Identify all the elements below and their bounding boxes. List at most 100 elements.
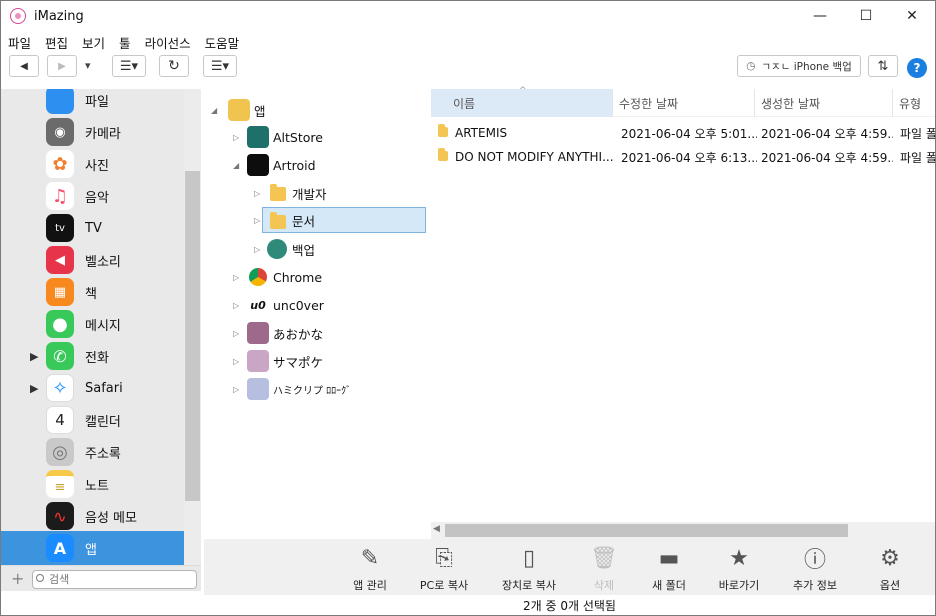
app-icon — [247, 350, 269, 372]
sidebar-item-music[interactable]: ♫ 음악 — [1, 180, 184, 212]
menu-tools[interactable]: 툴 — [119, 33, 131, 52]
sidebar-item-label: 책 — [85, 286, 97, 302]
history-dropdown-icon[interactable]: ▾ — [85, 59, 91, 72]
menu-edit[interactable]: 편집 — [45, 33, 68, 52]
column-header-modified[interactable]: 수정한 날짜 — [613, 89, 755, 117]
search-icon — [36, 574, 44, 582]
help-button[interactable]: ? — [907, 58, 927, 78]
expand-arrow-icon[interactable]: ▷ — [233, 329, 239, 338]
expand-arrow-icon[interactable]: ▶ — [30, 382, 38, 395]
app-store-icon: ✎ — [360, 545, 380, 571]
expand-arrow-icon[interactable]: ▷ — [233, 357, 239, 366]
waveform-icon: ∿ — [46, 502, 74, 530]
sidebar-item-apps[interactable]: A 앱 — [1, 531, 184, 565]
close-button[interactable]: ✕ — [889, 1, 935, 31]
tree-node-label: unc0ver — [273, 297, 324, 313]
tree-node-summer-pockets[interactable]: ▷ サマポケ — [204, 348, 404, 374]
sidebar-item-safari[interactable]: ▶ ✧ Safari — [1, 372, 184, 404]
sidebar-item-notes[interactable]: ≡ 노트 — [1, 468, 184, 500]
forward-button[interactable]: ▶ — [47, 55, 77, 77]
expand-arrow-icon[interactable]: ▷ — [233, 385, 239, 394]
arrange-icon: ☰▾ — [210, 58, 230, 74]
shortcut-button[interactable]: ★ 바로가기 — [699, 539, 779, 595]
tree-node-chrome[interactable]: ▷ Chrome — [204, 264, 404, 290]
horizontal-scrollbar[interactable]: ◀ — [431, 522, 935, 539]
tree-node-label: 앱 — [254, 103, 266, 119]
tree-node-altstore[interactable]: ▷ AltStore — [204, 124, 404, 150]
horizontal-scrollbar-thumb[interactable] — [445, 524, 848, 537]
expand-arrow-icon[interactable]: ▷ — [254, 216, 260, 225]
menu-file[interactable]: 파일 — [8, 33, 31, 52]
transfer-button[interactable]: ⇅ — [868, 55, 898, 77]
sidebar-item-tv[interactable]: tv TV — [1, 212, 184, 244]
expand-arrow-icon[interactable]: ▷ — [233, 301, 239, 310]
view-mode-button[interactable]: ☰▾ — [112, 55, 146, 77]
sidebar-item-messages[interactable]: ● 메시지 — [1, 308, 184, 340]
expand-arrow-icon[interactable]: ▷ — [254, 245, 260, 254]
more-info-button[interactable]: ⓘ 추가 정보 — [775, 539, 855, 595]
tree-node-label: あおかな — [273, 326, 324, 342]
sidebar-scrollbar-thumb[interactable] — [185, 171, 200, 501]
tree-node-hamidashi[interactable]: ▷ ハミクリプ ﾛﾛｰｸﾞ — [204, 376, 404, 402]
sidebar-item-books[interactable]: ▦ 책 — [1, 276, 184, 308]
star-icon: ★ — [729, 545, 749, 571]
tree-node-label: 문서 — [292, 213, 316, 229]
app-window: iMazing — ☐ ✕ 파일 편집 보기 툴 라이선스 도움말 ◀ ▶ ▾ … — [0, 0, 936, 616]
sidebar-item-voice-memos[interactable]: ∿ 음성 메모 — [1, 500, 184, 532]
collapse-arrow-icon[interactable]: ◢ — [211, 106, 217, 115]
options-button[interactable]: ⚙ 옵션 — [850, 539, 930, 595]
tree-node-artroid[interactable]: ◢ Artroid — [204, 152, 404, 178]
collapse-arrow-icon[interactable]: ◢ — [233, 161, 239, 170]
backup-icon — [267, 239, 287, 259]
maximize-button[interactable]: ☐ — [843, 1, 889, 31]
copy-to-device-button[interactable]: ▯ 장치로 복사 — [489, 539, 569, 595]
action-label: PC로 복사 — [419, 579, 469, 592]
tree-node-label: ハミクリプ ﾛﾛｰｸﾞ — [273, 385, 352, 397]
arrange-button[interactable]: ☰▾ — [203, 55, 237, 77]
column-header-created[interactable]: 생성한 날짜 — [755, 89, 893, 117]
table-row[interactable]: DO NOT MODIFY ANYTHI... 2021-06-04 오후 6:… — [431, 145, 935, 169]
action-label: 새 폴더 — [652, 579, 686, 592]
scroll-left-icon[interactable]: ◀ — [433, 524, 440, 534]
folder-icon — [438, 148, 448, 161]
tree-node-developer[interactable]: ▷ 개발자 — [204, 180, 404, 206]
tree-node-documents[interactable]: ▷ 문서 — [254, 207, 426, 233]
tree-node-backup[interactable]: ▷ 백업 — [204, 236, 404, 262]
expand-arrow-icon[interactable]: ▶ — [30, 350, 38, 363]
tree-node-label: 백업 — [292, 242, 316, 258]
camera-icon: ◉ — [46, 118, 74, 146]
menu-view[interactable]: 보기 — [82, 33, 105, 52]
expand-arrow-icon[interactable]: ▷ — [254, 189, 260, 198]
sidebar-item-contacts[interactable]: ◎ 주소록 — [1, 436, 184, 468]
table-row[interactable]: ARTEMIS 2021-06-04 오후 5:01... 2021-06-04… — [431, 121, 935, 145]
sidebar-item-phone[interactable]: ▶ ✆ 전화 — [1, 340, 184, 372]
expand-arrow-icon[interactable]: ▷ — [233, 273, 239, 282]
minimize-button[interactable]: — — [797, 1, 843, 31]
tree-node-unc0ver[interactable]: ▷ u0 unc0ver — [204, 292, 404, 318]
new-folder-button[interactable]: ▬ 새 폴더 — [629, 539, 709, 595]
column-header-name[interactable]: 이름 ^ — [431, 86, 613, 117]
sidebar-item-photos[interactable]: ✿ 사진 — [1, 148, 184, 180]
sidebar-item-calendar[interactable]: 4 캘린더 — [1, 404, 184, 436]
tree-node-apps[interactable]: ◢ 앱 — [204, 97, 404, 123]
folder-icon — [438, 124, 448, 137]
tree-node-label: サマポケ — [273, 354, 324, 370]
app-store-icon: A — [46, 534, 74, 562]
add-button[interactable]: + — [11, 569, 24, 588]
book-icon: ▦ — [46, 278, 74, 306]
copy-to-pc-button[interactable]: ⎘ PC로 복사 — [404, 539, 484, 595]
search-input[interactable] — [32, 570, 197, 589]
files-icon — [46, 89, 74, 114]
menu-help[interactable]: 도움말 — [205, 33, 240, 52]
sidebar-item-files[interactable]: 파일 — [1, 89, 184, 116]
menu-license[interactable]: 라이선스 — [145, 33, 191, 52]
refresh-button[interactable]: ↻ — [159, 55, 189, 77]
sidebar-item-ringtones[interactable]: ◀ 벨소리 — [1, 244, 184, 276]
back-button[interactable]: ◀ — [9, 55, 39, 77]
backup-button[interactable]: ◷ ㄱㅈㄴ iPhone 백업 — [737, 55, 861, 77]
tree-node-aokana[interactable]: ▷ あおかな — [204, 320, 404, 346]
sidebar-item-camera[interactable]: ◉ 카메라 — [1, 116, 184, 148]
manage-apps-button[interactable]: ✎ 앱 관리 — [330, 539, 410, 595]
expand-arrow-icon[interactable]: ▷ — [233, 133, 239, 142]
column-header-type[interactable]: 유형 — [893, 89, 935, 117]
